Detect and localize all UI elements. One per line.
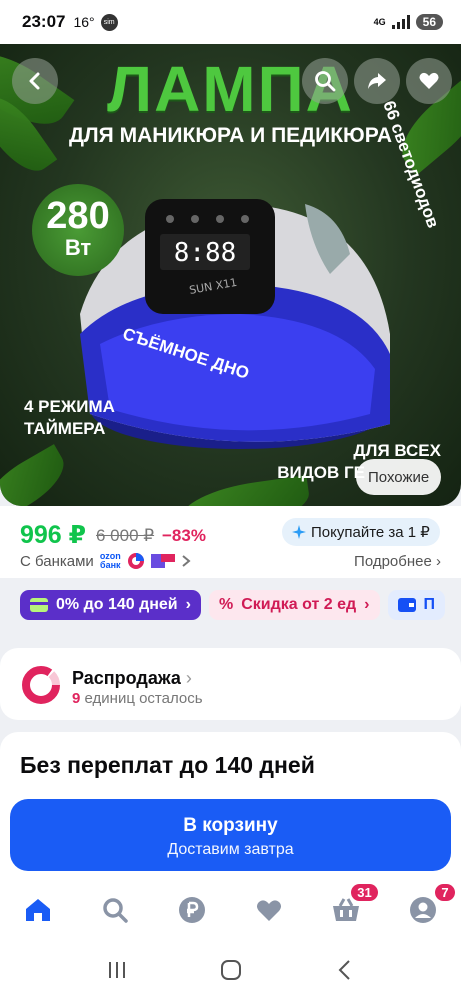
bank-card-icon (150, 554, 175, 568)
chevron-right-icon: › (185, 596, 191, 613)
battery-indicator: 56 (415, 14, 443, 30)
share-icon (368, 73, 386, 89)
timer-modes-label: 4 РЕЖИМА ТАЙМЕРА (24, 396, 115, 440)
nav-favorites[interactable] (249, 890, 289, 930)
home-icon (26, 899, 51, 921)
nav-search[interactable] (95, 890, 135, 930)
back-nav-icon[interactable] (335, 959, 355, 981)
sparkle-icon (292, 525, 306, 539)
sim-icon: sim (100, 13, 118, 31)
home-button-icon[interactable] (219, 958, 243, 982)
chevron-right-icon: › (185, 668, 192, 688)
similar-button[interactable]: Похожие (356, 459, 442, 495)
search-icon (315, 71, 336, 92)
leaf-decoration (0, 444, 74, 506)
ozon-logo-line-2: банк (100, 560, 121, 570)
nav-payments[interactable] (172, 890, 212, 930)
add-to-cart-button[interactable]: В корзину Доставим завтра (10, 799, 451, 871)
details-label: Подробнее (354, 553, 432, 570)
modes-line-1: 4 РЕЖИМА (24, 397, 115, 416)
installment-chip[interactable]: 0% до 140 дней › (20, 590, 201, 620)
quantity-discount-chip[interactable]: % Скидка от 2 ед › (208, 590, 380, 620)
status-temperature: 16° (73, 14, 95, 30)
cart-count-badge: 31 (351, 884, 378, 901)
nav-home[interactable] (18, 890, 58, 930)
cart-button-label: В корзину (183, 815, 278, 836)
basket-icon (332, 898, 359, 921)
sale-card[interactable]: Распродажа › 9 единиц осталось (0, 648, 461, 720)
power-number: 280 (46, 195, 110, 237)
favorite-button[interactable] (406, 58, 452, 104)
bank-logo-icon (127, 553, 144, 569)
old-price: 6 000 ₽ (96, 526, 155, 545)
share-button[interactable] (354, 58, 400, 104)
sale-remaining: 9 единиц осталось (72, 690, 203, 707)
cart-bar: В корзину Доставим завтра (0, 788, 461, 880)
percent-icon: % (218, 596, 234, 613)
nav-cart[interactable]: 31 (326, 884, 378, 930)
current-price: 996 ₽ (20, 521, 87, 549)
network-type: 4G (373, 16, 386, 27)
system-nav (0, 940, 461, 1000)
heart-icon (256, 900, 281, 921)
wallet-icon (397, 598, 416, 612)
bank-offers[interactable]: С банками ozon банк (20, 552, 191, 570)
chevron-right-icon (182, 555, 191, 567)
power-badge: 280 Вт (32, 184, 124, 276)
recent-apps-icon[interactable] (106, 960, 128, 980)
ruble-icon (179, 897, 206, 923)
installment-title: Без переплат до 140 дней (20, 752, 315, 778)
delivery-label: Доставим завтра (167, 841, 294, 858)
chevron-left-icon (29, 72, 40, 90)
search-icon (103, 898, 128, 923)
chevron-right-icon: › (436, 553, 441, 570)
bottom-nav: 31 7 (0, 880, 461, 940)
extra-chip-label: П (423, 596, 436, 613)
search-button[interactable] (302, 58, 348, 104)
details-link[interactable]: Подробнее › (354, 553, 441, 570)
chevron-right-icon: › (364, 596, 370, 613)
offer-chips: 0% до 140 дней › % Скидка от 2 ед › П (0, 590, 461, 634)
installment-chip-label: 0% до 140 дней (56, 596, 178, 613)
back-button[interactable] (12, 58, 58, 104)
heart-icon (419, 72, 439, 89)
power-unit: Вт (64, 235, 92, 260)
ozon-bank-logo: ozon банк (100, 552, 121, 570)
discount-chip-label: Скидка от 2 ед (241, 596, 357, 613)
profile-badge: 7 (435, 884, 455, 901)
sale-count: 9 (72, 690, 81, 707)
profile-icon (409, 897, 436, 923)
discount-percent: −83% (162, 526, 206, 545)
svg-text:8:88: 8:88 (174, 238, 237, 268)
price-block: 996 ₽ 6 000 ₽ −83% Покупайте за 1 ₽ С ба… (0, 506, 461, 578)
status-bar: 23:07 16° sim 4G 56 (0, 0, 461, 44)
banks-label: С банками (20, 552, 94, 570)
status-time: 23:07 (22, 12, 66, 31)
signal-icon (391, 15, 410, 29)
extra-chip[interactable]: П (387, 590, 445, 620)
promo-button[interactable]: Покупайте за 1 ₽ (282, 518, 440, 546)
sale-title: Распродажа › (72, 668, 192, 689)
allkinds-line-2: ВИДОВ ГЕ (277, 463, 365, 482)
card-icon (30, 598, 48, 612)
sale-progress-icon (22, 666, 60, 704)
product-image[interactable]: ЛАМПА ДЛЯ МАНИКЮРА И ПЕДИКЮРА 8:88 SUN X… (0, 44, 461, 506)
promo-label: Покупайте за 1 ₽ (311, 524, 430, 541)
nav-profile[interactable]: 7 (403, 884, 455, 930)
modes-line-2: ТАЙМЕРА (24, 419, 106, 438)
sale-count-text: единиц осталось (84, 690, 203, 707)
sale-title-text: Распродажа (72, 668, 181, 688)
